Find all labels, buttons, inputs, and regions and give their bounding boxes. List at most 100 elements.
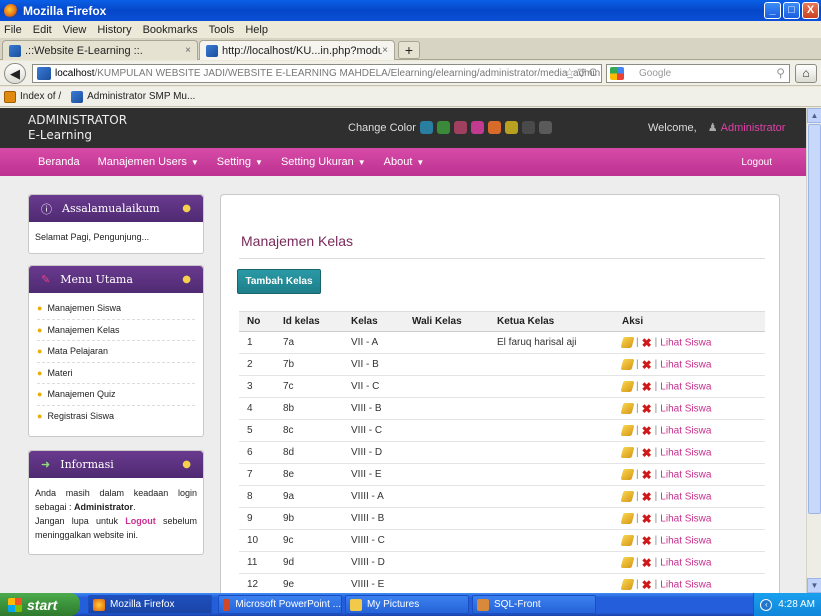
edit-icon[interactable]: [620, 491, 635, 502]
logout-link[interactable]: Logout: [741, 157, 772, 168]
page-scrollbar[interactable]: ▲ ▼: [806, 108, 821, 593]
edit-icon[interactable]: [620, 513, 635, 524]
scroll-down-icon[interactable]: ▼: [807, 578, 821, 593]
taskbar-firefox[interactable]: Mozilla Firefox: [88, 595, 212, 614]
minimize-button[interactable]: _: [764, 2, 781, 19]
info-logout-link[interactable]: Logout: [125, 516, 156, 526]
edit-icon[interactable]: [620, 381, 635, 392]
cell-wali: [404, 573, 489, 593]
taskbar-sql-front[interactable]: SQL-Front: [472, 595, 596, 614]
menu-bookmarks[interactable]: Bookmarks: [143, 24, 198, 36]
url-bar[interactable]: localhost/KUMPULAN WEBSITE JADI/WEBSITE …: [32, 64, 602, 83]
menu-item-quiz[interactable]: ● Manajemen Quiz: [37, 384, 195, 406]
nav-setting-ukuran[interactable]: Setting Ukuran ▼: [281, 156, 366, 168]
nav-about[interactable]: About ▼: [384, 156, 425, 168]
bookmark-index[interactable]: Index of /: [4, 90, 61, 103]
delete-icon[interactable]: ✖: [642, 358, 652, 372]
edit-icon[interactable]: [620, 425, 635, 436]
delete-icon[interactable]: ✖: [642, 468, 652, 482]
menu-item-mapel[interactable]: ● Mata Pelajaran: [37, 341, 195, 363]
bookmark-admin-smp[interactable]: Administrator SMP Mu...: [71, 90, 195, 103]
nav-setting[interactable]: Setting ▼: [217, 156, 263, 168]
menu-history[interactable]: History: [97, 24, 131, 36]
view-students-link[interactable]: Lihat Siswa: [660, 513, 711, 524]
menu-item-materi[interactable]: ● Materi: [37, 363, 195, 384]
view-students-link[interactable]: Lihat Siswa: [660, 469, 711, 480]
edit-icon[interactable]: [620, 579, 635, 590]
taskbar-powerpoint[interactable]: Microsoft PowerPoint ...: [218, 595, 342, 614]
view-students-link[interactable]: Lihat Siswa: [660, 403, 711, 414]
cell-no: 12: [239, 573, 275, 593]
scroll-up-icon[interactable]: ▲: [807, 108, 821, 123]
delete-icon[interactable]: ✖: [642, 534, 652, 548]
close-tab-icon[interactable]: ×: [185, 45, 191, 56]
delete-icon[interactable]: ✖: [642, 424, 652, 438]
view-students-link[interactable]: Lihat Siswa: [660, 337, 711, 348]
edit-icon[interactable]: [620, 403, 635, 414]
tab-elearning[interactable]: .::Website E-Learning ::. ×: [2, 40, 198, 60]
edit-icon[interactable]: [620, 535, 635, 546]
color-swatch[interactable]: [521, 121, 535, 134]
edit-icon[interactable]: [620, 469, 635, 480]
color-swatch[interactable]: [436, 121, 450, 134]
table-header: No Id kelas Kelas Wali Kelas Ketua Kelas…: [239, 311, 765, 332]
edit-icon[interactable]: [620, 447, 635, 458]
start-button[interactable]: start: [0, 593, 80, 616]
back-arrow-icon[interactable]: ‹: [760, 598, 773, 611]
color-swatch[interactable]: [453, 121, 467, 134]
menu-edit[interactable]: Edit: [33, 24, 52, 36]
menu-tools[interactable]: Tools: [209, 24, 235, 36]
view-students-link[interactable]: Lihat Siswa: [660, 381, 711, 392]
delete-icon[interactable]: ✖: [642, 380, 652, 394]
page-viewport: ADMINISTRATOR E-Learning Change Color We…: [0, 108, 806, 593]
menu-item-siswa[interactable]: ● Manajemen Siswa: [37, 298, 195, 320]
delete-icon[interactable]: ✖: [642, 490, 652, 504]
menu-help[interactable]: Help: [245, 24, 268, 36]
color-swatch[interactable]: [470, 121, 484, 134]
google-icon[interactable]: [610, 67, 624, 80]
delete-icon[interactable]: ✖: [642, 578, 652, 592]
view-students-link[interactable]: Lihat Siswa: [660, 557, 711, 568]
view-students-link[interactable]: Lihat Siswa: [660, 447, 711, 458]
color-swatch[interactable]: [504, 121, 518, 134]
menu-view[interactable]: View: [63, 24, 87, 36]
color-swatch[interactable]: [487, 121, 501, 134]
delete-icon[interactable]: ✖: [642, 556, 652, 570]
edit-icon[interactable]: [620, 359, 635, 370]
menu-item-registrasi[interactable]: ● Registrasi Siswa: [37, 406, 195, 428]
url-controls[interactable]: ☆ ▽ C: [565, 66, 597, 79]
home-button[interactable]: ⌂: [795, 64, 817, 83]
user-link[interactable]: Administrator: [721, 122, 786, 134]
tab-kelas[interactable]: http://localhost/KU...in.php?module=kela…: [199, 40, 395, 60]
view-students-link[interactable]: Lihat Siswa: [660, 579, 711, 590]
back-button[interactable]: ◀: [4, 63, 26, 84]
close-button[interactable]: X: [802, 2, 819, 19]
taskbar-my-pictures[interactable]: My Pictures: [345, 595, 469, 614]
view-students-link[interactable]: Lihat Siswa: [660, 535, 711, 546]
delete-icon[interactable]: ✖: [642, 446, 652, 460]
menu-item-kelas[interactable]: ● Manajemen Kelas: [37, 320, 195, 341]
scroll-thumb[interactable]: [808, 124, 821, 514]
add-class-button[interactable]: Tambah Kelas: [237, 269, 321, 294]
cell-ketua: [489, 573, 614, 593]
close-tab-icon[interactable]: ×: [382, 45, 388, 56]
cell-ketua: El faruq harisal aji: [489, 331, 614, 354]
nav-beranda[interactable]: Beranda: [38, 156, 80, 168]
delete-icon[interactable]: ✖: [642, 336, 652, 350]
search-input[interactable]: Google ⚲: [606, 64, 790, 83]
color-swatch[interactable]: [419, 121, 433, 134]
view-students-link[interactable]: Lihat Siswa: [660, 425, 711, 436]
edit-icon[interactable]: [620, 557, 635, 568]
view-students-link[interactable]: Lihat Siswa: [660, 359, 711, 370]
view-students-link[interactable]: Lihat Siswa: [660, 491, 711, 502]
nav-manajemen-users[interactable]: Manajemen Users ▼: [98, 156, 199, 168]
color-swatch[interactable]: [538, 121, 552, 134]
search-icon[interactable]: ⚲: [776, 66, 785, 80]
edit-icon[interactable]: [620, 337, 635, 348]
delete-icon[interactable]: ✖: [642, 402, 652, 416]
delete-icon[interactable]: ✖: [642, 512, 652, 526]
menu-file[interactable]: File: [4, 24, 22, 36]
site-identity-icon[interactable]: [37, 67, 51, 80]
maximize-button[interactable]: □: [783, 2, 800, 19]
new-tab-button[interactable]: +: [398, 41, 420, 59]
